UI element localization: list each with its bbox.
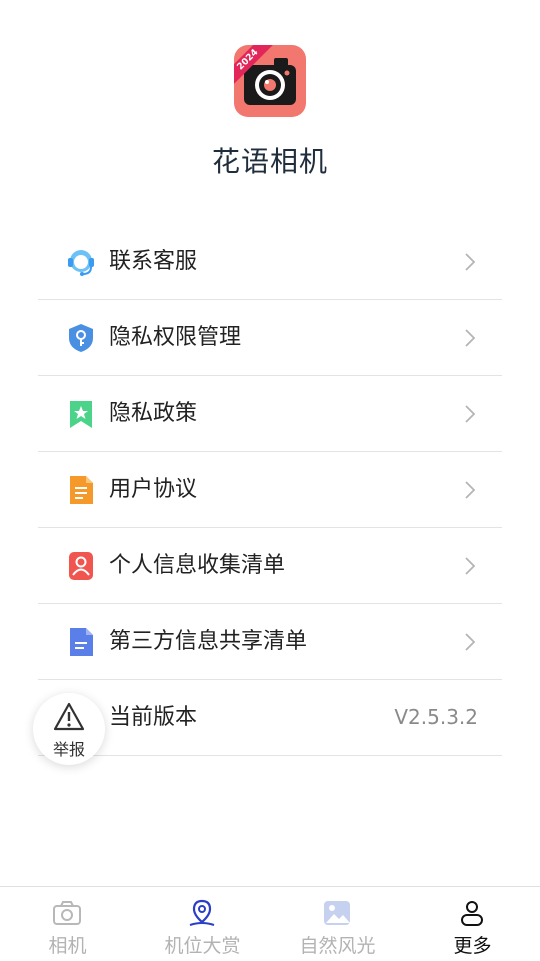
- chevron-right-icon: [465, 405, 476, 423]
- landscape-photo-icon: [324, 901, 350, 925]
- person-icon: [461, 901, 483, 926]
- menu-item-current-version: 当前版本 V2.5.3.2: [38, 680, 502, 756]
- menu-item-privacy-permissions[interactable]: 隐私权限管理: [38, 300, 502, 376]
- menu-item-privacy-policy[interactable]: 隐私政策: [38, 376, 502, 452]
- version-value: V2.5.3.2: [394, 705, 478, 729]
- menu-label: 当前版本: [109, 705, 198, 730]
- bottom-tab-bar: 相机 机位大赏 自然风光 更多: [0, 886, 540, 961]
- file-icon: [70, 628, 93, 656]
- menu-label: 隐私政策: [109, 401, 198, 426]
- shield-key-icon: [69, 324, 93, 352]
- report-label: 举报: [52, 740, 85, 759]
- report-button[interactable]: 举报: [33, 693, 105, 765]
- menu-item-user-agreement[interactable]: 用户协议: [38, 452, 502, 528]
- menu-label: 用户协议: [109, 477, 198, 502]
- tab-label: 相机: [48, 935, 87, 957]
- settings-menu: 联系客服 隐私权限管理 隐私政策 用户协议 个人信息收集清单 第三方信息共享清单…: [38, 224, 502, 756]
- tab-label: 自然风光: [299, 935, 376, 957]
- warning-icon: [53, 702, 85, 731]
- customer-service-icon: [68, 250, 94, 276]
- person-card-icon: [69, 552, 93, 580]
- app-logo: 2024: [234, 45, 306, 117]
- camera-icon: [53, 901, 81, 925]
- chevron-right-icon: [465, 253, 476, 271]
- menu-item-personal-info-list[interactable]: 个人信息收集清单: [38, 528, 502, 604]
- document-icon: [70, 476, 93, 504]
- tab-label: 机位大赏: [164, 935, 241, 957]
- tab-label: 更多: [453, 935, 492, 957]
- tab-camera[interactable]: 相机: [0, 887, 135, 961]
- menu-label: 个人信息收集清单: [109, 553, 286, 578]
- menu-label: 隐私权限管理: [109, 325, 242, 350]
- menu-item-third-party-sharing[interactable]: 第三方信息共享清单: [38, 604, 502, 680]
- chevron-right-icon: [465, 481, 476, 499]
- tab-spots[interactable]: 机位大赏: [135, 887, 270, 961]
- menu-label: 联系客服: [109, 249, 198, 274]
- chevron-right-icon: [465, 633, 476, 651]
- location-pin-icon: [189, 899, 215, 926]
- chevron-right-icon: [465, 557, 476, 575]
- tab-nature[interactable]: 自然风光: [270, 887, 405, 961]
- tab-more[interactable]: 更多: [405, 887, 540, 961]
- menu-item-contact-support[interactable]: 联系客服: [38, 224, 502, 300]
- chevron-right-icon: [465, 329, 476, 347]
- menu-label: 第三方信息共享清单: [109, 629, 308, 654]
- bookmark-star-icon: [70, 401, 92, 428]
- app-title: 花语相机: [211, 145, 328, 178]
